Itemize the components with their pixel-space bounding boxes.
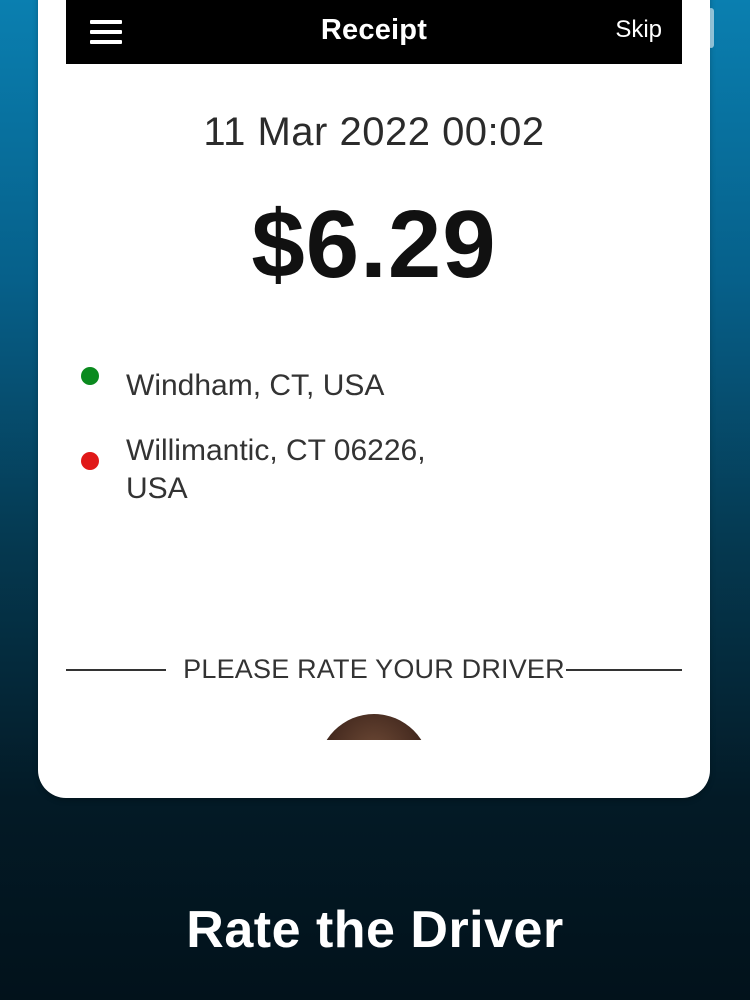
receipt-screen: Receipt Skip 11 Mar 2022 00:02 $6.29 Win… xyxy=(66,0,682,740)
device-frame: Receipt Skip 11 Mar 2022 00:02 $6.29 Win… xyxy=(38,0,710,798)
dropoff-address: Willimantic, CT 06226, USA xyxy=(126,434,426,505)
device-edge-highlight xyxy=(708,8,714,48)
skip-button[interactable]: Skip xyxy=(615,16,662,44)
rate-driver-heading: PLEASE RATE YOUR DRIVER xyxy=(66,650,682,690)
app-bar: Receipt Skip xyxy=(66,0,682,64)
pickup-address: Windham, CT, USA xyxy=(126,369,385,402)
promo-caption: Rate the Driver xyxy=(186,901,564,959)
trip-fare: $6.29 xyxy=(251,191,497,298)
pickup-dot-icon xyxy=(81,367,99,385)
divider-right xyxy=(566,669,682,671)
dropoff-dot-icon xyxy=(81,452,99,470)
trip-date: 11 Mar 2022 00:02 xyxy=(203,110,545,154)
driver-avatar xyxy=(318,714,430,740)
page-title: Receipt xyxy=(320,14,428,46)
